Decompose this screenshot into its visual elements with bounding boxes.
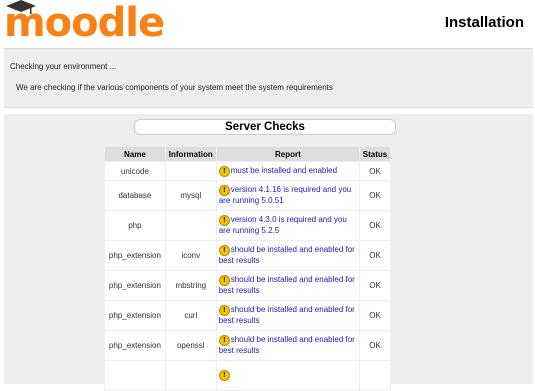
cell-information <box>165 162 216 180</box>
column-header-name: Name <box>105 147 165 161</box>
server-checks-table: Name Information Report Status unicode !… <box>104 146 391 391</box>
table-row: database mysql ! version 4.1.16 is requir… <box>105 181 390 210</box>
cell-status: OK <box>360 241 390 270</box>
warning-icon: ! <box>218 335 230 346</box>
server-checks-title: Server Checks <box>134 119 396 135</box>
cell-information <box>165 211 216 240</box>
table-row: php_extension mbstring ! should be instal… <box>105 271 390 300</box>
cell-name <box>105 361 165 390</box>
cell-information <box>165 361 216 390</box>
report-text[interactable]: version 4.3.0 is required and you are ru… <box>219 215 347 235</box>
cell-report[interactable]: ! should be installed and enabled for bes… <box>216 241 360 270</box>
cell-report[interactable]: ! version 4.3.0 is required and you are r… <box>216 211 360 240</box>
cell-report[interactable]: ! should be installed and enabled for bes… <box>216 301 360 330</box>
report-text[interactable]: should be installed and enabled for best… <box>219 275 355 295</box>
warning-icon: ! <box>218 245 230 256</box>
cell-report[interactable]: ! must be installed and enabled <box>216 162 360 180</box>
graduation-cap-icon <box>6 0 36 14</box>
table-row: php ! version 4.3.0 is required and you a… <box>105 211 390 240</box>
cell-status <box>360 361 390 390</box>
warning-icon: ! <box>218 185 230 196</box>
table-row: php_extension iconv ! should be installed… <box>105 241 390 270</box>
cell-status: OK <box>360 301 390 330</box>
cell-information: openssl <box>165 331 216 360</box>
cell-name: php_extension <box>105 241 165 270</box>
warning-icon: ! <box>218 215 230 226</box>
table-row-partial: ! <box>105 361 390 390</box>
table-row: unicode ! must be installed and enabled O… <box>105 162 390 180</box>
report-text[interactable]: should be installed and enabled for best… <box>219 305 355 325</box>
cell-status: OK <box>360 162 390 180</box>
table-row: php_extension openssl ! should be install… <box>105 331 390 360</box>
cell-name: php_extension <box>105 271 165 300</box>
page-title: Installation <box>444 14 524 31</box>
column-header-information: Information <box>165 147 216 161</box>
cell-status: OK <box>360 331 390 360</box>
column-header-status: Status <box>360 147 390 161</box>
table-header-row: Name Information Report Status <box>105 147 390 161</box>
column-header-report: Report <box>216 147 360 161</box>
report-text[interactable]: should be installed and enabled for best… <box>219 245 355 265</box>
warning-icon: ! <box>218 165 230 177</box>
cell-status: OK <box>360 271 390 300</box>
report-text[interactable]: should be installed and enabled for best… <box>219 335 355 355</box>
moodle-logo: moodle <box>4 0 165 44</box>
cell-name: unicode <box>105 162 165 180</box>
cell-report[interactable]: ! <box>216 361 360 390</box>
report-text[interactable]: version 4.1.16 is required and you are r… <box>219 185 352 205</box>
cell-report[interactable]: ! should be installed and enabled for bes… <box>216 271 360 300</box>
environment-heading: Checking your environment ... <box>10 62 117 71</box>
environment-description: We are checking if the various component… <box>16 83 333 92</box>
cell-information: mysql <box>165 181 216 210</box>
cell-name: php_extension <box>105 301 165 330</box>
cell-report[interactable]: ! version 4.1.16 is required and you are … <box>216 181 360 210</box>
page-header: moodle Installation <box>0 0 535 46</box>
cell-name: php_extension <box>105 331 165 360</box>
cell-information: iconv <box>165 241 216 270</box>
cell-information: mbstring <box>165 271 216 300</box>
cell-report[interactable]: ! should be installed and enabled for bes… <box>216 331 360 360</box>
warning-icon: ! <box>218 275 230 286</box>
cell-status: OK <box>360 211 390 240</box>
report-text[interactable]: must be installed and enabled <box>231 166 337 175</box>
cell-information: curl <box>165 301 216 330</box>
environment-check-panel: Checking your environment ... We are che… <box>4 48 533 108</box>
cell-name: database <box>105 181 165 210</box>
cell-status: OK <box>360 181 390 210</box>
cell-name: php <box>105 211 165 240</box>
warning-icon: ! <box>218 305 230 316</box>
table-row: php_extension curl ! should be installed … <box>105 301 390 330</box>
warning-icon: ! <box>218 370 230 381</box>
